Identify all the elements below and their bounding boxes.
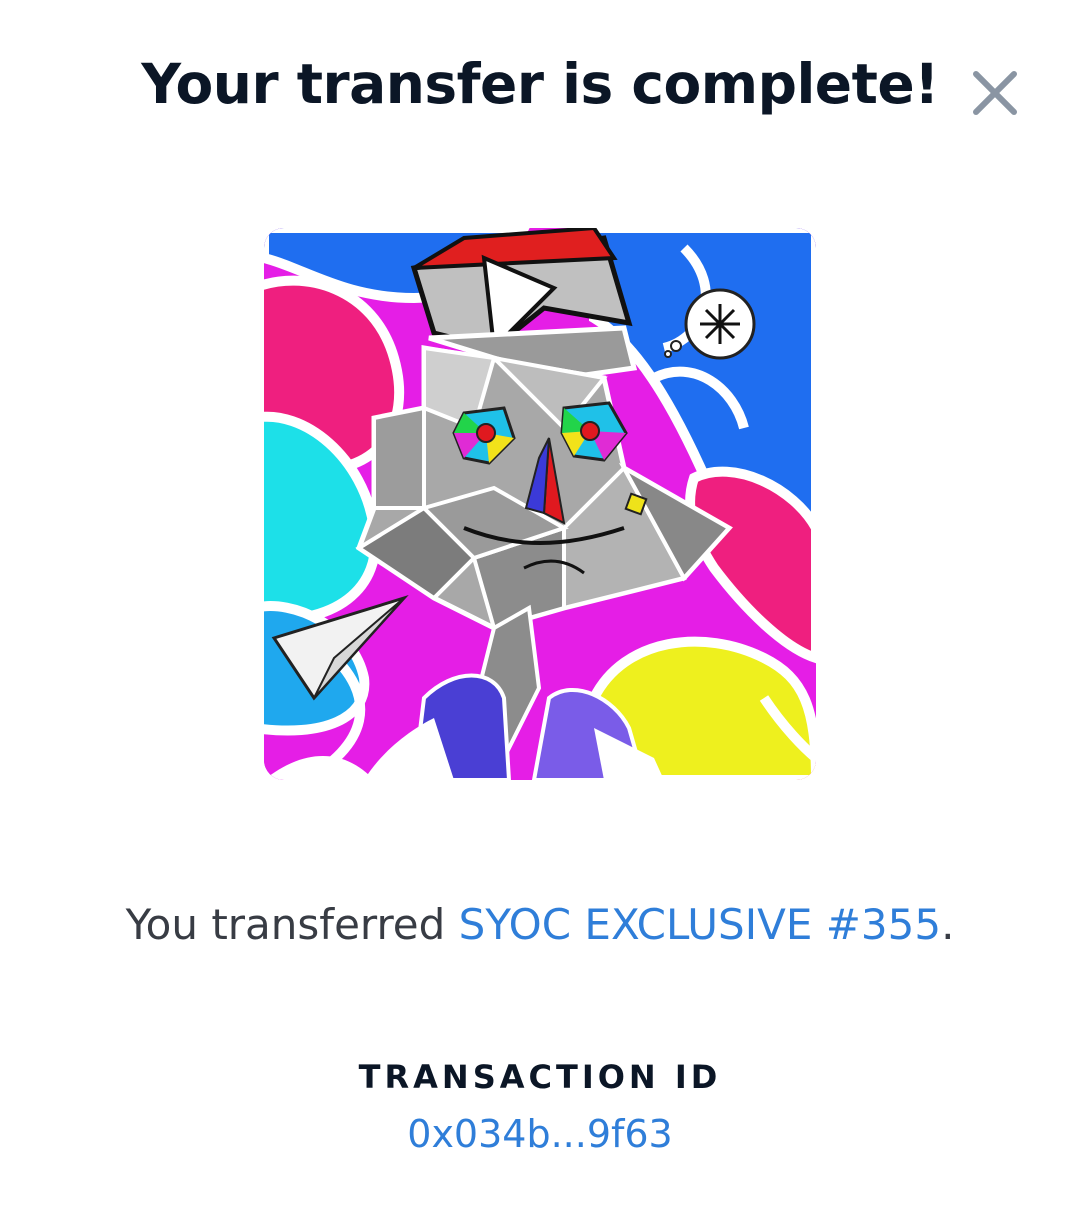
- transfer-complete-dialog: Your transfer is complete! You transferr…: [0, 0, 1080, 1205]
- nft-item-link[interactable]: SYOC EXCLUSIVE #355: [459, 900, 941, 949]
- transfer-message: You transferred SYOC EXCLUSIVE #355.: [0, 900, 1080, 949]
- close-button[interactable]: [966, 64, 1024, 122]
- transfer-message-prefix: You transferred: [125, 900, 459, 949]
- transaction-id-label: TRANSACTION ID: [358, 1058, 722, 1096]
- close-icon: [973, 71, 1017, 115]
- dialog-title: Your transfer is complete!: [141, 52, 939, 116]
- transfer-message-suffix: .: [941, 900, 955, 949]
- transaction-id-link[interactable]: 0x034b...9f63: [0, 1112, 1080, 1156]
- nft-artwork-image: [264, 228, 816, 780]
